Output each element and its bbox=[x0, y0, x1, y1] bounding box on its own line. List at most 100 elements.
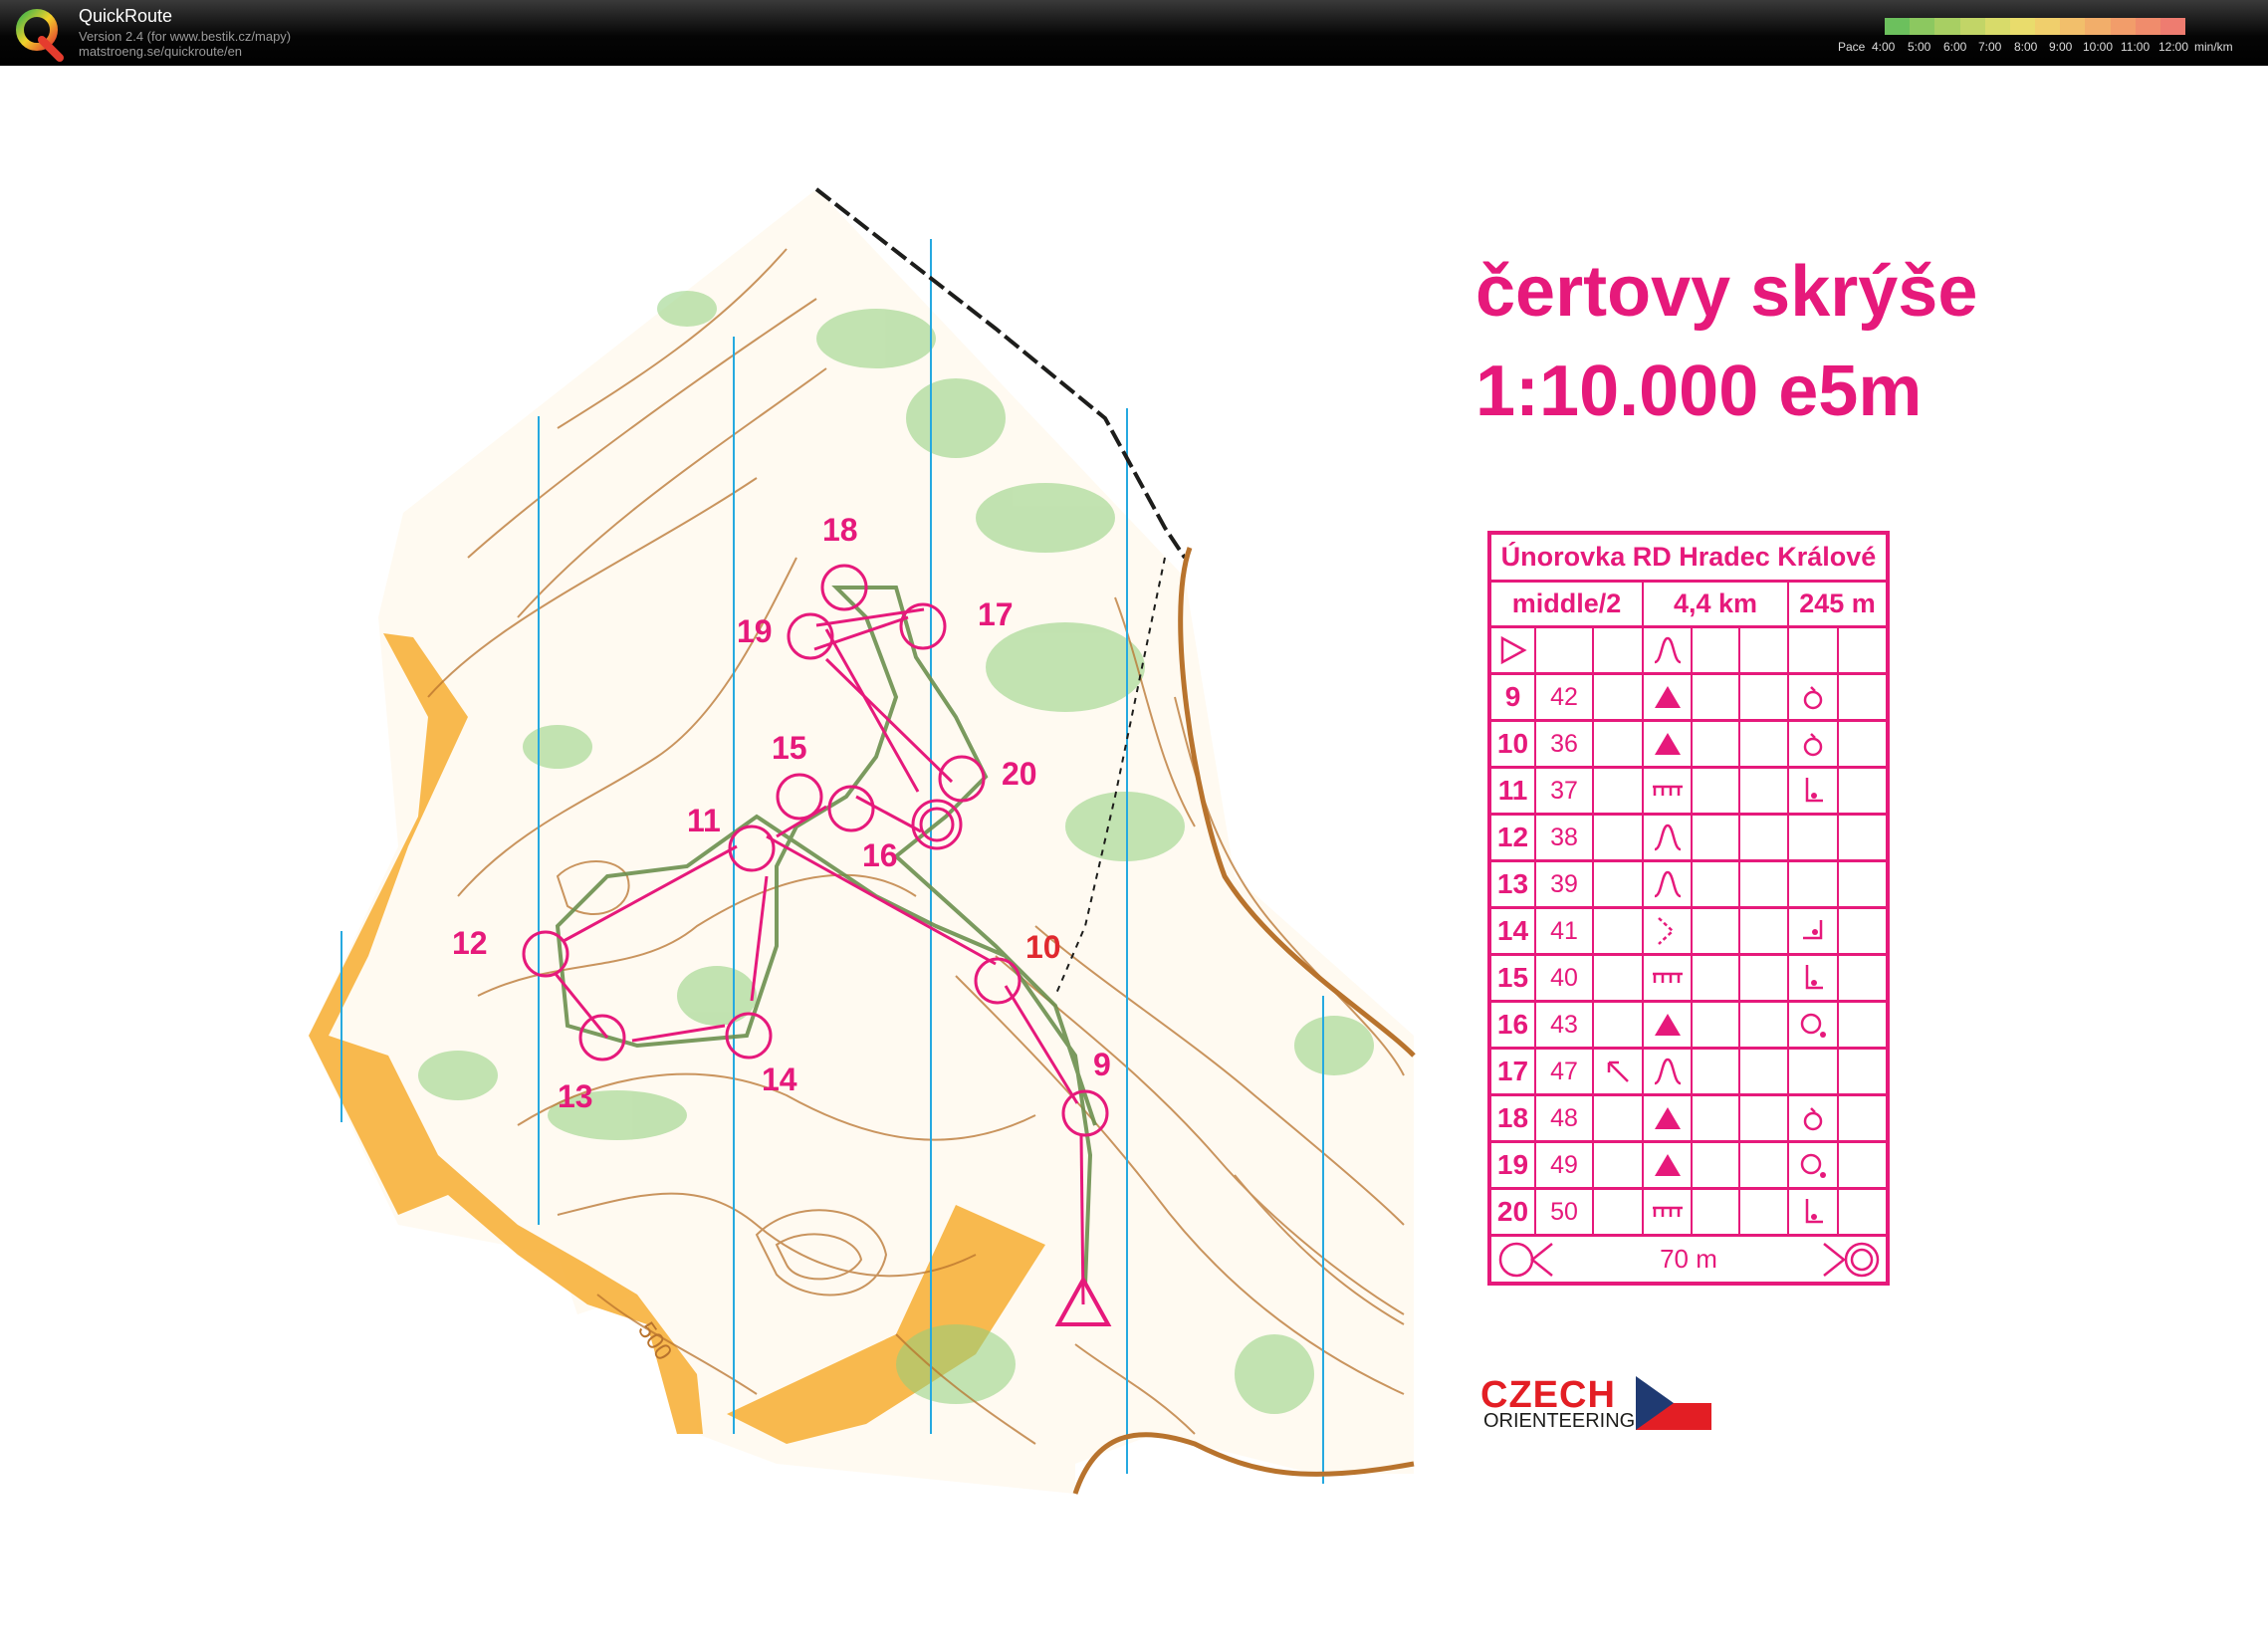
control-number: 14 bbox=[762, 1061, 797, 1097]
control-number: 20 bbox=[1002, 756, 1037, 792]
cd-cell bbox=[1644, 909, 1693, 953]
cd-cell bbox=[1740, 956, 1789, 1000]
cd-cell bbox=[1693, 675, 1740, 719]
pace-tick: 10:00 bbox=[2083, 40, 2114, 54]
cd-cell bbox=[1789, 769, 1839, 813]
cd-control-number: 18 bbox=[1491, 1096, 1536, 1140]
cd-cell bbox=[1839, 1143, 1886, 1187]
control-number: 13 bbox=[558, 1078, 593, 1114]
spur-icon bbox=[1654, 636, 1681, 664]
cd-cell bbox=[1693, 1096, 1740, 1140]
cd-cell bbox=[1789, 1096, 1839, 1140]
ring-icon bbox=[1803, 733, 1823, 757]
cd-cell bbox=[1644, 1003, 1693, 1047]
cd-cell bbox=[1839, 1003, 1886, 1047]
pace-color-swatch bbox=[1934, 18, 1960, 35]
cd-cell bbox=[1693, 909, 1740, 953]
cd-control-row: 13 39 bbox=[1491, 862, 1886, 909]
pace-color-swatch bbox=[1959, 18, 1985, 35]
cd-start-row bbox=[1491, 628, 1886, 675]
pace-color-swatch bbox=[2035, 18, 2061, 35]
cd-cell bbox=[1789, 1003, 1839, 1047]
cd-cell bbox=[1839, 722, 1886, 766]
pace-color-swatch bbox=[1984, 18, 2010, 35]
cd-cell bbox=[1693, 816, 1740, 859]
cd-cell bbox=[1740, 1003, 1789, 1047]
corner-icon bbox=[1803, 920, 1823, 940]
app-url: matstroeng.se/quickroute/en bbox=[79, 44, 243, 59]
cd-event-row: Únorovka RD Hradec Králové bbox=[1491, 535, 1886, 583]
control-number: 16 bbox=[862, 837, 898, 873]
pace-tick: 12:00 bbox=[2158, 40, 2189, 54]
cd-control-code: 41 bbox=[1536, 909, 1594, 953]
cd-control-code: 47 bbox=[1536, 1050, 1594, 1093]
cd-cell bbox=[1693, 722, 1740, 766]
cd-control-code: 50 bbox=[1536, 1190, 1594, 1234]
cd-cell bbox=[1644, 769, 1693, 813]
ring-icon bbox=[1803, 686, 1823, 710]
finish-circle-icon bbox=[1823, 1242, 1880, 1277]
cd-cell bbox=[1740, 1096, 1789, 1140]
pace-color-swatch bbox=[2135, 18, 2160, 35]
ring-icon bbox=[1803, 1107, 1823, 1131]
cd-cell bbox=[1839, 769, 1886, 813]
pace-tick: 4:00 bbox=[1872, 40, 1896, 54]
cd-cell bbox=[1594, 909, 1644, 953]
cd-control-row: 12 38 bbox=[1491, 816, 1886, 862]
cd-cell bbox=[1839, 1190, 1886, 1234]
cd-cell bbox=[1644, 722, 1693, 766]
control-number: 10 bbox=[1025, 929, 1061, 965]
cd-cell bbox=[1789, 956, 1839, 1000]
control-number: 19 bbox=[737, 613, 773, 649]
cd-cell bbox=[1594, 769, 1644, 813]
cd-control-number: 19 bbox=[1491, 1143, 1536, 1187]
cd-control-row: 17 47 bbox=[1491, 1050, 1886, 1096]
cd-control-code: 40 bbox=[1536, 956, 1594, 1000]
pace-tick: 8:00 bbox=[2014, 40, 2038, 54]
cliff-icon bbox=[1652, 785, 1683, 796]
map-title: čertovy skrýše bbox=[1475, 252, 1978, 332]
control-number: 9 bbox=[1093, 1047, 1111, 1082]
cd-cell bbox=[1789, 675, 1839, 719]
cd-cell bbox=[1789, 1190, 1839, 1234]
cd-finish-end-symbol bbox=[1816, 1237, 1886, 1282]
cd-cell bbox=[1740, 1050, 1789, 1093]
cd-cell bbox=[1594, 1190, 1644, 1234]
cd-control-code: 39 bbox=[1536, 862, 1594, 906]
cd-cell bbox=[1693, 1143, 1740, 1187]
cd-control-row: 11 37 bbox=[1491, 769, 1886, 816]
app-toolbar: QuickRoute Version 2.4 (for www.bestik.c… bbox=[0, 0, 2268, 66]
pace-tick: 6:00 bbox=[1943, 40, 1967, 54]
cd-climb: 245 m bbox=[1799, 589, 1876, 618]
cd-cell bbox=[1839, 1050, 1886, 1093]
cd-cell bbox=[1789, 909, 1839, 953]
foot-icon bbox=[1805, 1199, 1823, 1224]
cd-cell bbox=[1839, 1096, 1886, 1140]
foot-icon bbox=[1805, 965, 1823, 990]
cd-cell bbox=[1789, 862, 1839, 906]
cd-cell bbox=[1740, 909, 1789, 953]
cd-cell bbox=[1839, 909, 1886, 953]
map-area bbox=[309, 189, 1414, 1494]
cd-cell bbox=[1693, 1003, 1740, 1047]
cd-cell bbox=[1839, 862, 1886, 906]
cd-cell bbox=[1789, 628, 1839, 672]
cliff-icon bbox=[1652, 1206, 1683, 1217]
pace-tick: 5:00 bbox=[1908, 40, 1931, 54]
pace-unit: min/km bbox=[2194, 40, 2233, 54]
pace-color-swatch bbox=[2085, 18, 2111, 35]
cd-cell bbox=[1644, 956, 1693, 1000]
control-number: 12 bbox=[452, 925, 488, 961]
knoll-icon bbox=[1654, 1107, 1681, 1129]
arrow-icon bbox=[1607, 1061, 1629, 1082]
pace-color-swatch bbox=[2009, 18, 2036, 35]
knoll-icon bbox=[1654, 1154, 1681, 1176]
cd-cell bbox=[1644, 1096, 1693, 1140]
cd-control-code: 37 bbox=[1536, 769, 1594, 813]
cd-cell bbox=[1594, 1003, 1644, 1047]
app-name: QuickRoute bbox=[79, 6, 173, 26]
cd-control-row: 9 42 bbox=[1491, 675, 1886, 722]
cd-cell bbox=[1594, 1143, 1644, 1187]
cd-cell bbox=[1644, 1143, 1693, 1187]
control-description-sheet: Únorovka RD Hradec Králové middle/2 4,4 km… bbox=[1487, 531, 1890, 1286]
